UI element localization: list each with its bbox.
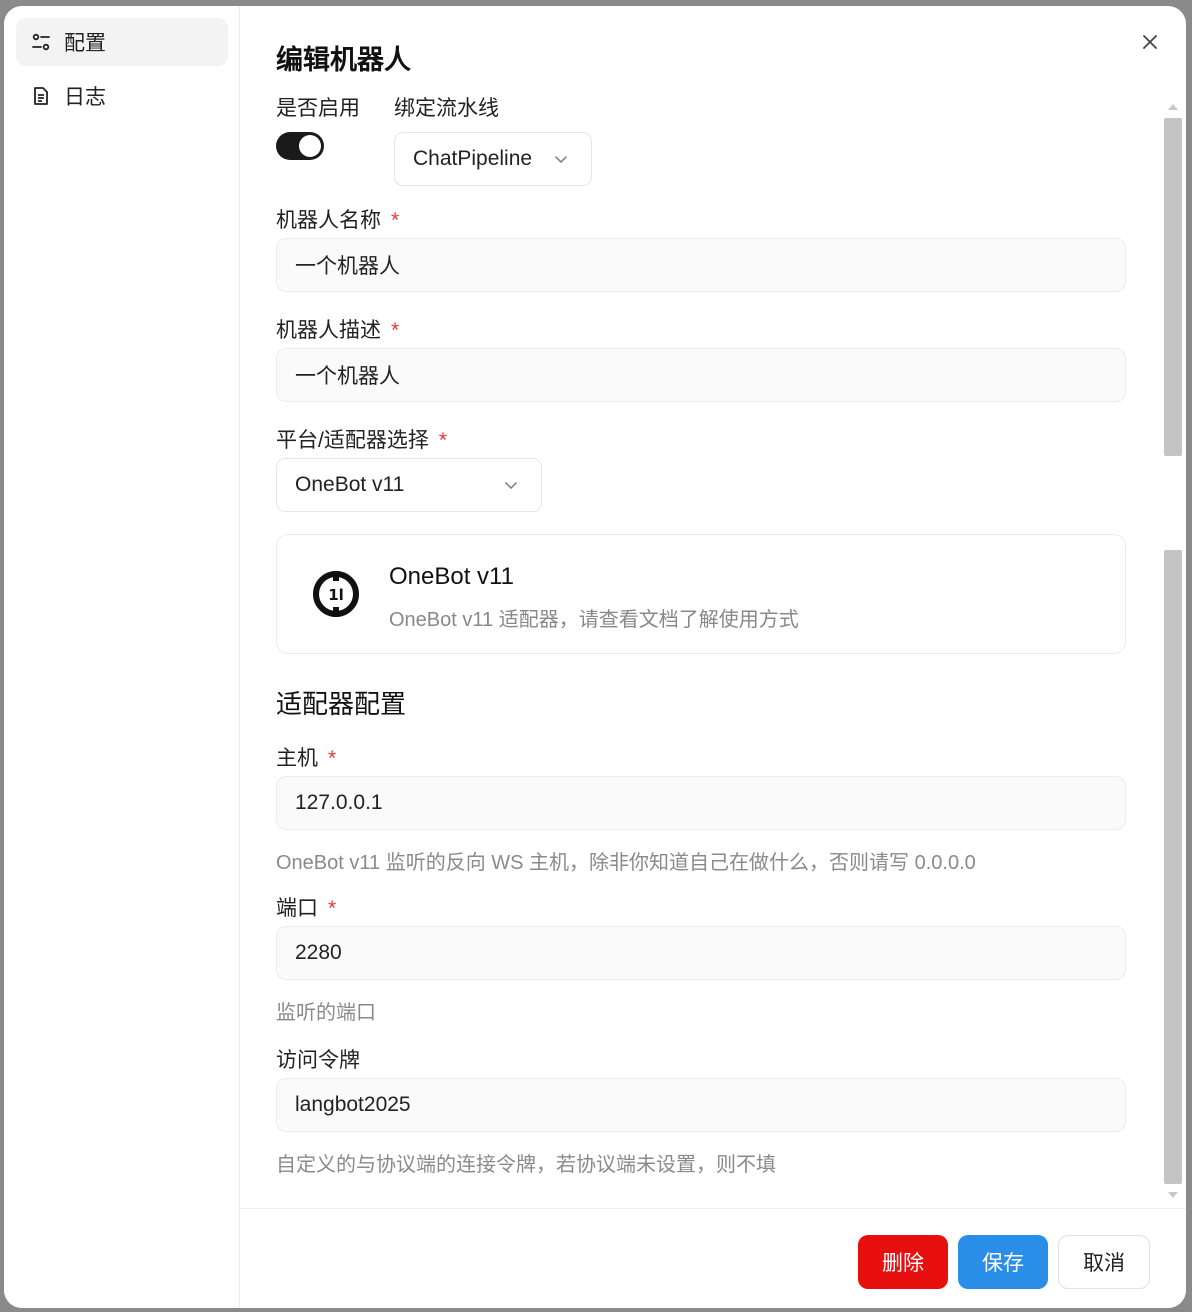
name-label-text: 机器人名称	[276, 209, 381, 232]
port-label-text: 端口	[276, 897, 318, 920]
dialog-title: 编辑机器人	[276, 45, 411, 75]
host-label: 主机 *	[276, 742, 336, 772]
host-label-text: 主机	[276, 747, 318, 770]
name-label: 机器人名称 *	[276, 204, 399, 234]
chevron-down-icon	[505, 482, 517, 489]
required-mark: *	[438, 429, 448, 452]
adapter-name: OneBot v11	[389, 563, 514, 590]
token-input[interactable]: langbot2025	[276, 1078, 1126, 1132]
svg-text:1l: 1l	[328, 586, 344, 604]
pipeline-select-value: ChatPipeline	[413, 147, 533, 170]
toggle-knob	[299, 135, 321, 157]
token-input-value: langbot2025	[295, 1093, 411, 1116]
required-mark: *	[391, 319, 400, 342]
sidebar-item-logs[interactable]: 日志	[16, 72, 228, 120]
required-mark: *	[328, 747, 337, 770]
token-label: 访问令牌	[276, 1049, 360, 1072]
pipeline-select[interactable]: ChatPipeline	[394, 132, 592, 186]
main-panel: 编辑机器人 是否启用 绑定流水线 ChatPipeline 机器人名称 * 一个机…	[240, 6, 1186, 1308]
settings-sliders-icon	[30, 31, 52, 53]
host-input[interactable]: 127.0.0.1	[276, 776, 1126, 830]
save-button[interactable]: 保存	[958, 1235, 1048, 1289]
description-label: 机器人描述 *	[276, 314, 399, 344]
sidebar-item-label: 配置	[64, 32, 106, 55]
scroll-up-arrow[interactable]	[1168, 104, 1178, 110]
document-icon	[30, 85, 52, 107]
platform-select-value: OneBot v11	[295, 473, 405, 496]
adapter-config-title: 适配器配置	[276, 689, 407, 719]
description-input[interactable]: 一个机器人	[276, 348, 1126, 402]
enable-label: 是否启用	[276, 97, 360, 120]
sidebar-item-config[interactable]: 配置	[16, 18, 228, 66]
required-mark: *	[328, 897, 337, 920]
port-input[interactable]: 2280	[276, 926, 1126, 980]
close-icon	[1143, 35, 1157, 49]
platform-label-text: 平台/适配器选择	[276, 429, 429, 452]
required-mark: *	[391, 209, 400, 232]
chevron-down-icon	[555, 156, 567, 163]
port-label: 端口 *	[276, 892, 336, 922]
dialog-footer: 删除 保存 取消	[240, 1208, 1186, 1308]
description-input-value: 一个机器人	[295, 365, 400, 388]
port-input-value: 2280	[295, 941, 342, 964]
close-button[interactable]	[1138, 30, 1162, 54]
platform-label: 平台/适配器选择 *	[276, 424, 447, 454]
scroll-down-arrow[interactable]	[1168, 1192, 1178, 1198]
platform-select[interactable]: OneBot v11	[276, 458, 542, 512]
adapter-card: 1l OneBot v11 OneBot v11 适配器，请查看文档了解使用方式	[276, 534, 1126, 654]
name-input[interactable]: 一个机器人	[276, 238, 1126, 292]
token-help-text: 自定义的与协议端的连接令牌，若协议端未设置，则不填	[276, 1154, 776, 1176]
adapter-description: OneBot v11 适配器，请查看文档了解使用方式	[389, 609, 799, 631]
port-help-text: 监听的端口	[276, 1002, 376, 1024]
name-input-value: 一个机器人	[295, 255, 400, 278]
scrollbar-thumb[interactable]	[1164, 118, 1182, 456]
host-help-text: OneBot v11 监听的反向 WS 主机，除非你知道自己在做什么，否则请写 …	[276, 852, 976, 874]
edit-bot-dialog: 配置 日志 编辑机器人 是否启用 绑定流水线 ChatPipeline 机器人名…	[4, 6, 1186, 1308]
enable-toggle[interactable]	[276, 132, 324, 160]
pipeline-label: 绑定流水线	[394, 97, 499, 120]
sidebar: 配置 日志	[4, 6, 240, 1308]
description-label-text: 机器人描述	[276, 319, 381, 342]
cancel-button[interactable]: 取消	[1058, 1235, 1150, 1289]
sidebar-item-label: 日志	[64, 86, 106, 109]
onebot-logo-icon: 1l	[313, 571, 359, 617]
delete-button[interactable]: 删除	[858, 1235, 948, 1289]
scrollbar-thumb-secondary[interactable]	[1164, 550, 1182, 1184]
host-input-value: 127.0.0.1	[295, 791, 383, 814]
